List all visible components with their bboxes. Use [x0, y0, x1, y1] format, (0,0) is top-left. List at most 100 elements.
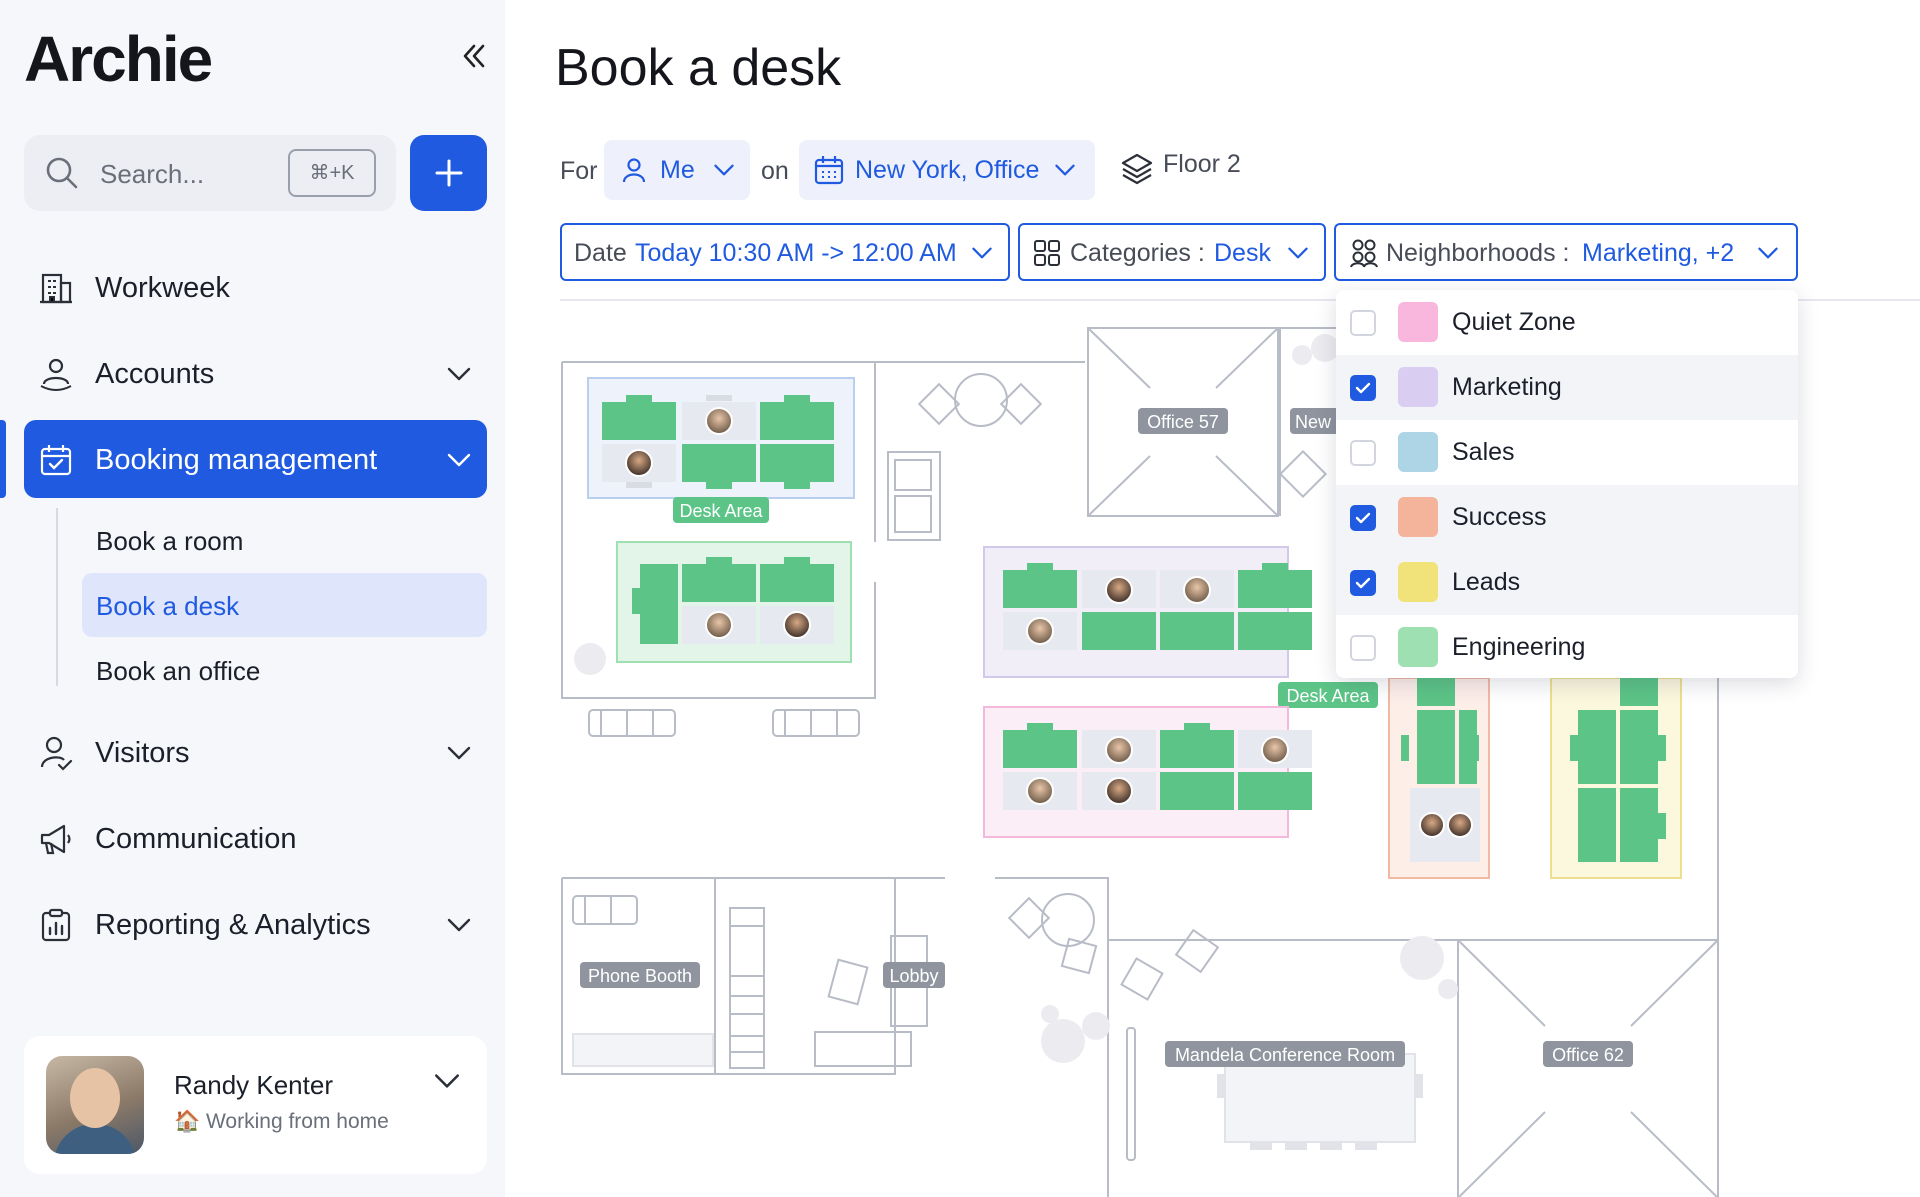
sub-item-book-a-desk[interactable]: Book a desk — [82, 573, 487, 637]
color-swatch — [1398, 562, 1438, 602]
page-title: Book a desk — [555, 39, 842, 97]
check-icon — [1355, 382, 1371, 394]
accounts-icon — [40, 358, 72, 391]
nav-item-reporting-analytics[interactable]: Reporting & Analytics — [24, 885, 487, 963]
color-swatch — [1398, 302, 1438, 342]
clipboard-icon — [41, 908, 71, 942]
search-input[interactable]: Search... ⌘+K — [24, 135, 396, 211]
new-room-label: New — [1295, 412, 1332, 432]
for-select[interactable]: Me — [604, 140, 750, 200]
date-filter-key: Date — [574, 239, 627, 267]
checkbox[interactable] — [1350, 310, 1376, 336]
chevron-down-icon[interactable] — [445, 739, 473, 767]
chevron-down-icon — [1055, 164, 1075, 176]
neighborhood-option-marketing[interactable]: Marketing — [1336, 355, 1798, 420]
option-label: Marketing — [1452, 373, 1562, 401]
categories-filter-value: Desk — [1214, 239, 1271, 267]
house-icon: 🏠 — [174, 1110, 206, 1133]
chevron-down-icon[interactable] — [445, 360, 473, 388]
user-icon — [622, 158, 646, 183]
nav-label: Accounts — [95, 358, 215, 390]
nav-item-accounts[interactable]: Accounts — [24, 334, 487, 412]
neighborhood-option-sales[interactable]: Sales — [1336, 420, 1798, 485]
visitor-icon — [40, 736, 73, 771]
neighborhoods-filter[interactable]: Neighborhoods : Marketing, +2 — [1334, 223, 1798, 281]
chevron-down-icon — [972, 247, 992, 259]
checkbox[interactable] — [1350, 375, 1376, 401]
date-filter[interactable]: Date Today 10:30 AM -> 12:00 AM — [560, 223, 1010, 281]
conference-room-label: Mandela Conference Room — [1175, 1045, 1395, 1065]
location-select[interactable]: New York, Office — [799, 140, 1095, 200]
plus-icon — [435, 159, 462, 187]
checkbox[interactable] — [1350, 505, 1376, 531]
neighborhood-option-leads[interactable]: Leads — [1336, 550, 1798, 615]
nav-label: Workweek — [95, 272, 230, 304]
megaphone-icon — [40, 824, 71, 855]
check-icon — [1355, 577, 1371, 589]
desk-area-label-2: Desk Area — [1286, 686, 1370, 706]
lobby-label: Lobby — [889, 966, 938, 986]
user-card[interactable]: Randy Kenter 🏠 Working from home — [24, 1036, 487, 1174]
sub-item-label: Book a desk — [96, 591, 240, 621]
user-name: Randy Kenter — [174, 1070, 333, 1100]
categories-filter[interactable]: Categories : Desk — [1018, 223, 1326, 281]
neighborhood-option-success[interactable]: Success — [1336, 485, 1798, 550]
office-62-label: Office 62 — [1552, 1045, 1624, 1065]
chevron-down-icon[interactable] — [445, 911, 473, 939]
avatar — [46, 1056, 144, 1154]
floor-label[interactable]: Floor 2 — [1163, 150, 1241, 179]
phone-booth-label: Phone Booth — [588, 966, 692, 986]
neighborhoods-dropdown: Quiet Zone Marketing Sales Success Leads… — [1336, 290, 1798, 678]
checkbox[interactable] — [1350, 570, 1376, 596]
nav-item-workweek[interactable]: Workweek — [24, 248, 487, 326]
neighborhood-option-engineering[interactable]: Engineering — [1336, 615, 1798, 680]
for-label: For — [560, 157, 598, 185]
search-placeholder: Search... — [100, 159, 205, 189]
on-label: on — [761, 157, 789, 185]
color-swatch — [1398, 367, 1438, 407]
checkbox[interactable] — [1350, 635, 1376, 661]
chevron-down-icon — [1288, 247, 1308, 259]
location-value: New York, Office — [855, 156, 1040, 184]
group-icon — [1350, 239, 1378, 268]
nav-item-visitors[interactable]: Visitors — [24, 713, 487, 791]
sub-item-label: Book an office — [96, 656, 261, 686]
app-logo: Archie — [24, 23, 213, 95]
calendar-check-icon — [40, 445, 72, 476]
sidebar: Archie Search... ⌘+K Workweek Accounts B… — [0, 0, 505, 1197]
nav-label: Visitors — [95, 737, 190, 769]
checkbox[interactable] — [1350, 440, 1376, 466]
chevron-down-icon — [1758, 247, 1778, 259]
nav-label: Communication — [95, 823, 297, 855]
nav-item-communication[interactable]: Communication — [24, 799, 487, 877]
add-button[interactable] — [410, 135, 487, 211]
sub-item-book-a-room[interactable]: Book a room — [82, 508, 487, 572]
neighborhoods-filter-key: Neighborhoods : — [1386, 239, 1570, 267]
color-swatch — [1398, 497, 1438, 537]
neighborhoods-filter-value: Marketing, +2 — [1582, 239, 1735, 267]
layers-icon — [1121, 153, 1153, 185]
for-value: Me — [660, 156, 695, 184]
building-icon — [40, 273, 72, 304]
option-label: Quiet Zone — [1452, 308, 1576, 336]
option-label: Leads — [1452, 568, 1521, 596]
chevron-down-icon[interactable] — [432, 1066, 462, 1096]
chevron-down-icon[interactable] — [445, 446, 473, 474]
color-swatch — [1398, 432, 1438, 472]
neighborhood-option-quiet-zone[interactable]: Quiet Zone — [1336, 290, 1798, 355]
option-label: Sales — [1452, 438, 1515, 466]
active-indicator — [0, 420, 6, 498]
calendar-icon — [814, 156, 844, 185]
date-filter-value: Today 10:30 AM -> 12:00 AM — [635, 239, 957, 267]
search-icon — [46, 157, 78, 189]
nav-label: Reporting & Analytics — [95, 909, 371, 941]
desk-area-label-1: Desk Area — [679, 501, 763, 521]
nav-item-booking-management[interactable]: Booking management — [24, 420, 487, 498]
sub-item-book-an-office[interactable]: Book an office — [82, 638, 487, 702]
color-swatch — [1398, 627, 1438, 667]
option-label: Success — [1452, 503, 1547, 531]
submenu-guide — [56, 508, 58, 686]
user-status: 🏠 Working from home — [174, 1110, 389, 1134]
user-status-text: Working from home — [205, 1110, 389, 1133]
collapse-sidebar-icon[interactable] — [458, 40, 494, 80]
